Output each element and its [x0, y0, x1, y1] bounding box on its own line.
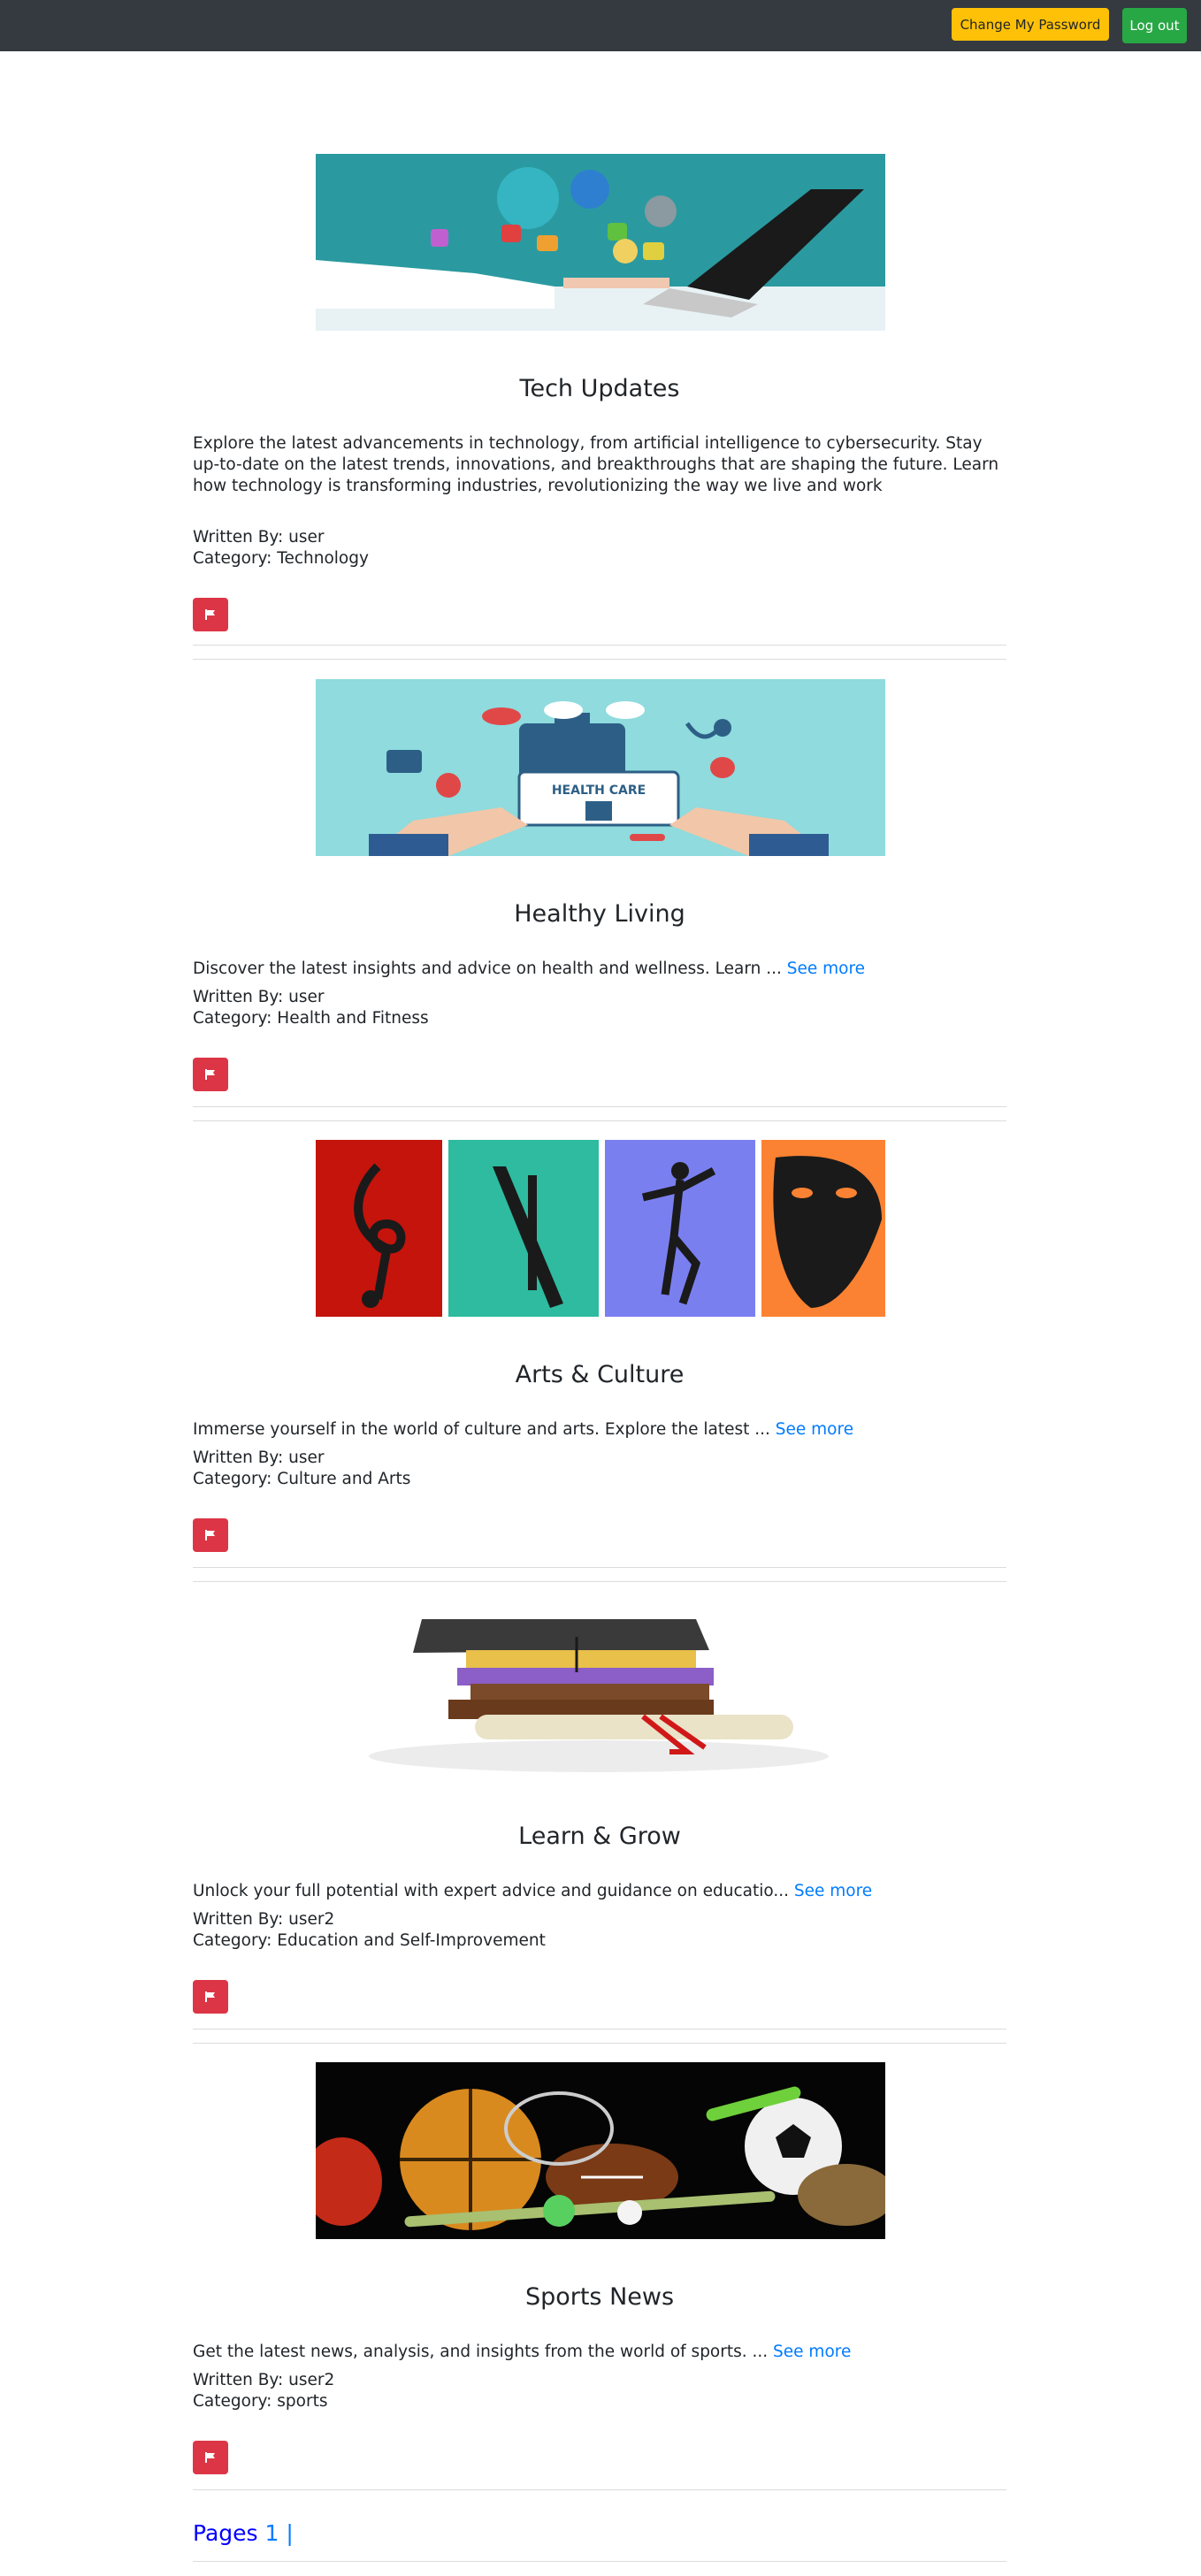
author-name: user2	[288, 2371, 335, 2389]
category-line: Category: Education and Self-Improvement	[193, 1930, 546, 1952]
category-name: Culture and Arts	[277, 1470, 411, 1488]
divider	[193, 1567, 1006, 1568]
author-name: user	[288, 988, 325, 1006]
sports-image	[316, 2062, 885, 2239]
divider	[193, 2489, 1006, 2490]
category-label: Category:	[193, 1931, 278, 1950]
author-line: Written By: user	[193, 987, 324, 1008]
author-name: user	[288, 1449, 325, 1467]
health-care-image: HEALTH CARE	[316, 679, 885, 856]
post-title: Tech Updates	[519, 375, 680, 402]
written-by-label: Written By:	[193, 2371, 289, 2389]
category-label: Category:	[193, 549, 278, 568]
divider	[193, 2561, 1006, 2562]
flag-icon	[205, 609, 215, 620]
category-line: Category: Technology	[193, 548, 369, 569]
written-by-label: Written By:	[193, 1910, 289, 1929]
author-line: Written By: user2	[193, 2370, 334, 2391]
tech-image	[316, 154, 885, 331]
category-label: Category:	[193, 1009, 278, 1028]
navbar: Change My Password Log out	[0, 0, 1201, 51]
report-flag-button[interactable]	[193, 1980, 228, 2014]
written-by-label: Written By:	[193, 528, 289, 547]
flag-icon	[205, 1069, 215, 1080]
author-line: Written By: user2	[193, 1909, 334, 1930]
pages-label: Pages	[193, 2520, 265, 2546]
pagination: Pages 1 |	[193, 2520, 294, 2546]
see-more-link[interactable]: See more	[776, 1420, 853, 1439]
category-label: Category:	[193, 1470, 278, 1488]
see-more-link[interactable]: See more	[794, 1882, 872, 1900]
post-excerpt: Unlock your full potential with expert a…	[193, 1882, 794, 1900]
post-title: Healthy Living	[514, 900, 685, 928]
divider	[193, 1106, 1006, 1107]
see-more-link[interactable]: See more	[787, 959, 865, 978]
author-line: Written By: user	[193, 1448, 324, 1469]
post-body: Discover the latest insights and advice …	[193, 959, 1006, 980]
category-label: Category:	[193, 2392, 278, 2411]
post-title: Sports News	[524, 2283, 675, 2311]
report-flag-button[interactable]	[193, 1058, 228, 1091]
logout-button[interactable]: Log out	[1122, 8, 1187, 43]
category-name: Health and Fitness	[277, 1009, 429, 1028]
divider	[193, 2043, 1006, 2044]
author-line: Written By: user	[193, 527, 324, 548]
page-link-1[interactable]: 1	[265, 2520, 279, 2546]
post-excerpt: Immerse yourself in the world of culture…	[193, 1420, 776, 1439]
post-title: Arts & Culture	[515, 1361, 685, 1388]
arts-image	[316, 1140, 885, 1317]
author-name: user	[288, 528, 325, 547]
change-password-button[interactable]: Change My Password	[952, 8, 1109, 41]
written-by-label: Written By:	[193, 988, 289, 1006]
post-body: Get the latest news, analysis, and insig…	[193, 2342, 1006, 2363]
health-care-text: HEALTH CARE	[552, 784, 646, 798]
category-name: Technology	[277, 549, 369, 568]
flag-icon	[205, 1530, 215, 1540]
post-body: Explore the latest advancements in techn…	[193, 433, 1006, 497]
divider	[193, 645, 1006, 646]
divider	[193, 1581, 1006, 1582]
flag-icon	[205, 1991, 215, 2002]
category-line: Category: Health and Fitness	[193, 1008, 429, 1029]
report-flag-button[interactable]	[193, 598, 228, 631]
graduation-image	[316, 1601, 885, 1778]
post-excerpt: Get the latest news, analysis, and insig…	[193, 2343, 774, 2361]
post-body: Immerse yourself in the world of culture…	[193, 1419, 1006, 1441]
report-flag-button[interactable]	[193, 2441, 228, 2474]
category-line: Category: sports	[193, 2391, 327, 2412]
flag-icon	[205, 2452, 215, 2463]
author-name: user2	[288, 1910, 335, 1929]
report-flag-button[interactable]	[193, 1518, 228, 1552]
post-body: Unlock your full potential with expert a…	[193, 1881, 1006, 1902]
category-name: sports	[277, 2392, 328, 2411]
see-more-link[interactable]: See more	[773, 2343, 851, 2361]
category-line: Category: Culture and Arts	[193, 1469, 410, 1490]
divider	[193, 1120, 1006, 1121]
page-separator: |	[279, 2520, 294, 2546]
written-by-label: Written By:	[193, 1449, 289, 1467]
post-excerpt: Discover the latest insights and advice …	[193, 959, 787, 978]
category-name: Education and Self-Improvement	[277, 1931, 546, 1950]
post-title: Learn & Grow	[518, 1823, 681, 1850]
divider	[193, 659, 1006, 660]
post-excerpt: Explore the latest advancements in techn…	[193, 434, 999, 495]
